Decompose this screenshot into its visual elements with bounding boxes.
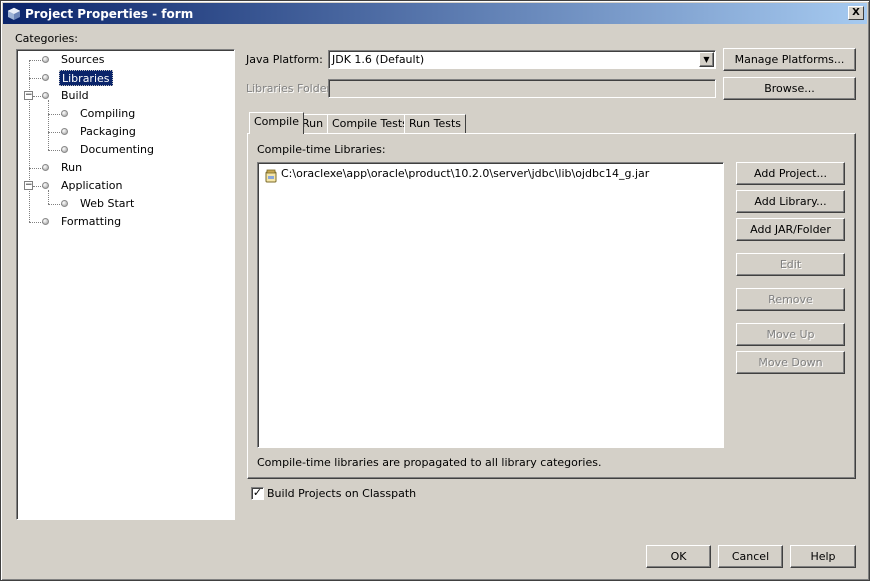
add-library-button[interactable]: Add Library...	[736, 190, 845, 213]
java-platform-combo[interactable]: JDK 1.6 (Default) ▼	[328, 50, 716, 69]
categories-tree[interactable]: Sources Libraries − Build Compiling Pack…	[16, 49, 235, 520]
build-on-classpath-checkbox[interactable]: ✓	[251, 487, 264, 500]
tree-item-formatting[interactable]: Formatting	[59, 214, 123, 230]
tree-line	[29, 222, 43, 223]
build-on-classpath-label[interactable]: Build Projects on Classpath	[267, 487, 416, 500]
help-button[interactable]: Help	[790, 545, 856, 568]
tree-line	[29, 78, 43, 79]
browse-button[interactable]: Browse...	[723, 77, 856, 100]
node-icon	[42, 182, 49, 189]
list-item[interactable]: C:\oraclexe\app\oracle\product\10.2.0\se…	[260, 165, 720, 185]
java-platform-value: JDK 1.6 (Default)	[332, 53, 425, 66]
node-icon	[61, 110, 68, 117]
tree-item-web-start[interactable]: Web Start	[78, 196, 136, 212]
add-project-button[interactable]: Add Project...	[736, 162, 845, 185]
edit-button[interactable]: Edit	[736, 253, 845, 276]
chevron-down-icon[interactable]: ▼	[699, 52, 714, 67]
node-icon	[61, 200, 68, 207]
java-platform-label: Java Platform:	[246, 53, 323, 66]
tree-line	[29, 60, 43, 61]
tree-line	[48, 100, 49, 150]
jar-icon	[265, 169, 277, 183]
remove-button[interactable]: Remove	[736, 288, 845, 311]
propagation-note: Compile-time libraries are propagated to…	[257, 456, 602, 469]
node-icon	[42, 92, 49, 99]
tree-item-documenting[interactable]: Documenting	[78, 142, 156, 158]
manage-platforms-button[interactable]: Manage Platforms...	[723, 48, 856, 71]
tree-item-build[interactable]: Build	[59, 88, 91, 104]
tree-item-compiling[interactable]: Compiling	[78, 106, 137, 122]
categories-label: Categories:	[15, 32, 78, 45]
tree-item-packaging[interactable]: Packaging	[78, 124, 138, 140]
libraries-folder-field[interactable]	[328, 79, 716, 98]
libraries-folder-label: Libraries Folder:	[246, 82, 335, 95]
node-icon	[42, 218, 49, 225]
tree-line	[29, 168, 43, 169]
title-bar[interactable]: Project Properties - form X	[3, 3, 867, 24]
library-path: C:\oraclexe\app\oracle\product\10.2.0\se…	[281, 167, 650, 180]
app-cube-icon	[7, 7, 21, 20]
compile-time-libraries-label: Compile-time Libraries:	[257, 143, 386, 156]
tree-line	[48, 150, 62, 151]
tree-line	[48, 132, 62, 133]
tree-item-libraries[interactable]: Libraries	[59, 70, 113, 86]
tree-line	[48, 204, 62, 205]
move-down-button[interactable]: Move Down	[736, 351, 845, 374]
move-up-button[interactable]: Move Up	[736, 323, 845, 346]
node-icon	[42, 56, 49, 63]
window-title: Project Properties - form	[25, 6, 194, 21]
tree-item-sources[interactable]: Sources	[59, 52, 107, 68]
node-icon	[61, 128, 68, 135]
tree-line	[48, 114, 62, 115]
cancel-button[interactable]: Cancel	[718, 545, 783, 568]
node-icon	[42, 164, 49, 171]
node-icon	[61, 146, 68, 153]
tree-line	[48, 190, 49, 204]
compile-libraries-list[interactable]: C:\oraclexe\app\oracle\product\10.2.0\se…	[257, 162, 724, 448]
tree-item-run[interactable]: Run	[59, 160, 84, 176]
tree-line	[29, 60, 30, 222]
tab-compile[interactable]: Compile	[249, 112, 304, 134]
ok-button[interactable]: OK	[646, 545, 711, 568]
close-icon[interactable]: X	[848, 6, 864, 20]
project-properties-dialog: Project Properties - form X Categories: …	[0, 0, 870, 581]
tree-item-application[interactable]: Application	[59, 178, 124, 194]
tab-run-tests[interactable]: Run Tests	[404, 114, 466, 134]
node-icon	[42, 74, 49, 81]
tab-compile-tests[interactable]: Compile Tests	[327, 114, 413, 134]
collapse-toggle-icon[interactable]: −	[24, 181, 33, 190]
add-jar-folder-button[interactable]: Add JAR/Folder	[736, 218, 845, 241]
collapse-toggle-icon[interactable]: −	[24, 91, 33, 100]
